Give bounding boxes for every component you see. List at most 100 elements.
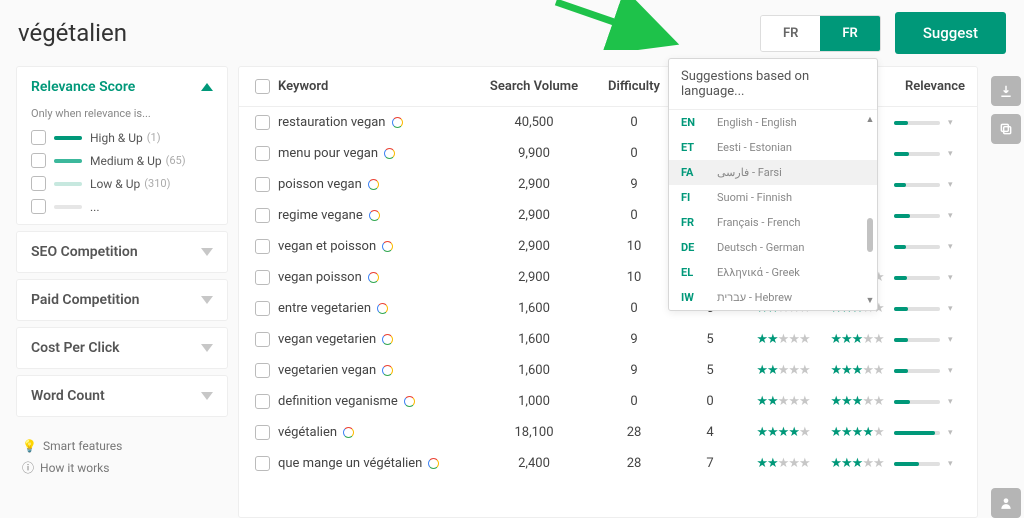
copy-button[interactable] [991,114,1021,144]
language-label: Ελληνικά - Greek [717,266,800,279]
filter-checkbox[interactable] [31,130,46,145]
difficulty: 9 [594,332,674,347]
row-checkbox[interactable] [255,115,270,130]
relevance-bar [894,338,940,342]
filter-row[interactable]: Low & Up (310) [17,172,227,195]
scroll-thumb[interactable] [867,218,873,252]
filter-row[interactable]: ... [17,195,227,224]
table-row[interactable]: vegetarien vegan 1,600 9 5 ★★★★★ ★★★★★ ▾ [239,355,977,386]
panel-title: Paid Competition [31,292,140,308]
row-checkbox[interactable] [255,146,270,161]
relevance-bar [894,276,940,280]
how-it-works-link[interactable]: ⓘ How it works [22,459,222,476]
language-option[interactable]: FA فارسی - Farsi [669,160,877,185]
chevron-down-icon[interactable]: ▾ [948,428,953,438]
google-icon[interactable] [382,241,393,252]
filter-checkbox[interactable] [31,176,46,191]
country-button[interactable]: FR [761,16,820,51]
language-option[interactable]: EL Ελληνικά - Greek [669,260,877,285]
language-option[interactable]: FI Suomi - Finnish [669,185,877,210]
col-search-volume[interactable]: Search Volume [474,79,594,94]
google-icon[interactable] [368,272,379,283]
google-icon[interactable] [404,396,415,407]
search-term[interactable]: végétalien [18,19,760,47]
col-difficulty[interactable]: Difficulty [594,79,674,94]
filter-row[interactable]: High & Up (1) [17,126,227,149]
scroll-down-icon[interactable]: ▼ [866,295,875,306]
google-icon[interactable] [368,179,379,190]
seo-rating: ★★★★★ [746,332,820,347]
download-button[interactable] [991,76,1021,106]
col-relevance[interactable]: Relevance [894,79,976,94]
select-all-checkbox[interactable] [255,79,270,94]
google-icon[interactable] [384,148,395,159]
google-icon[interactable] [343,427,354,438]
language-option[interactable]: FR Français - French [669,210,877,235]
row-checkbox[interactable] [255,425,270,440]
seo-rating: ★★★★★ [746,363,820,378]
language-button[interactable]: FR [820,16,879,51]
language-option[interactable]: EN English - English [669,110,877,135]
filter-checkbox[interactable] [31,153,46,168]
relevance-score-panel-header[interactable]: Relevance Score [17,67,227,107]
google-icon[interactable] [369,210,380,221]
row-checkbox[interactable] [255,208,270,223]
language-option[interactable]: DE Deutsch - German [669,235,877,260]
suggest-button[interactable]: Suggest [895,12,1006,54]
panel-header[interactable]: SEO Competition [17,232,227,272]
chevron-down-icon[interactable]: ▾ [948,211,953,221]
dropdown-scrollbar[interactable]: ▲ ▼ [865,114,875,306]
user-button[interactable] [991,488,1021,518]
search-volume: 1,000 [474,394,594,409]
language-code: ET [681,141,717,154]
panel-header[interactable]: Word Count [17,376,227,416]
row-checkbox[interactable] [255,177,270,192]
chevron-down-icon[interactable]: ▾ [948,304,953,314]
results-count: 7 [674,456,746,471]
chevron-down-icon[interactable]: ▾ [948,335,953,345]
panel-header[interactable]: Cost Per Click [17,328,227,368]
google-icon[interactable] [377,303,388,314]
row-checkbox[interactable] [255,456,270,471]
chevron-down-icon[interactable]: ▾ [948,273,953,283]
chevron-down-icon[interactable]: ▾ [948,397,953,407]
keyword-text: definition veganisme [278,394,398,409]
table-row[interactable]: que mange un végétalien 2,400 28 7 ★★★★★… [239,448,977,479]
table-row[interactable]: definition veganisme 1,000 0 0 ★★★★★ ★★★… [239,386,977,417]
row-checkbox[interactable] [255,301,270,316]
filter-checkbox[interactable] [31,199,46,214]
row-checkbox[interactable] [255,363,270,378]
results-count: 5 [674,363,746,378]
google-icon[interactable] [428,458,439,469]
chevron-down-icon[interactable]: ▾ [948,149,953,159]
language-option[interactable]: IW עברית - Hebrew [669,285,877,310]
filter-row[interactable]: Medium & Up (65) [17,149,227,172]
table-row[interactable]: végétalien 18,100 28 4 ★★★★★ ★★★★★ ▾ [239,417,977,448]
star-rating: ★★★★★ [830,394,883,409]
google-icon[interactable] [392,117,403,128]
col-keyword[interactable]: Keyword [278,79,474,94]
smart-features-link[interactable]: 💡 Smart features [22,439,222,453]
google-icon[interactable] [382,365,393,376]
table-row[interactable]: vegan vegetarien 1,600 9 5 ★★★★★ ★★★★★ ▾ [239,324,977,355]
language-label: Suomi - Finnish [717,191,792,204]
scroll-up-icon[interactable]: ▲ [866,114,875,125]
difficulty: 0 [594,146,674,161]
chevron-down-icon[interactable]: ▾ [948,242,953,252]
google-icon[interactable] [382,334,393,345]
search-volume: 2,900 [474,270,594,285]
language-option[interactable]: ET Eesti - Estonian [669,135,877,160]
chevron-down-icon[interactable]: ▾ [948,366,953,376]
row-checkbox[interactable] [255,239,270,254]
relevance-bar [894,369,940,373]
chevron-down-icon[interactable]: ▾ [948,180,953,190]
row-checkbox[interactable] [255,270,270,285]
search-volume: 40,500 [474,115,594,130]
panel-header[interactable]: Paid Competition [17,280,227,320]
search-volume: 2,900 [474,177,594,192]
chevron-down-icon[interactable]: ▾ [948,118,953,128]
language-dropdown[interactable]: Suggestions based on language... ▲ ▼ EN … [668,58,878,311]
row-checkbox[interactable] [255,394,270,409]
chevron-down-icon[interactable]: ▾ [948,459,953,469]
row-checkbox[interactable] [255,332,270,347]
